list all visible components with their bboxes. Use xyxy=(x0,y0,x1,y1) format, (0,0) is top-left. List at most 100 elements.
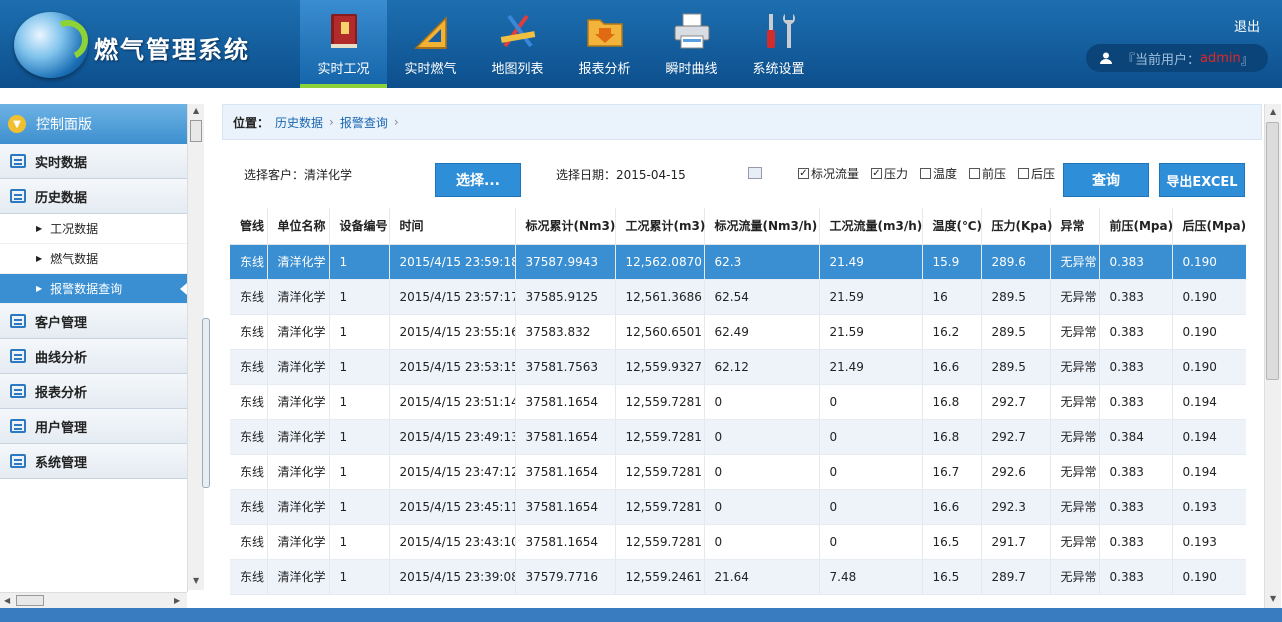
nav-item-report-analysis[interactable]: 报表分析 xyxy=(561,0,648,88)
table-cell: 东线 xyxy=(230,279,268,315)
column-header[interactable]: 时间 xyxy=(389,208,516,245)
checkbox-front-pressure[interactable]: 前压 xyxy=(969,165,1006,182)
scrollbar-thumb[interactable] xyxy=(16,595,44,606)
sidebar-item-system-management[interactable]: 系统管理 xyxy=(0,444,187,479)
table-cell: 2015/4/15 23:53:15 xyxy=(389,349,516,385)
panel-splitter[interactable] xyxy=(202,318,210,488)
nav-item-instant-curve[interactable]: 瞬时曲线 xyxy=(648,0,735,88)
table-cell: 289.6 xyxy=(981,244,1051,280)
table-cell: 37581.1654 xyxy=(515,524,616,560)
scroll-down-arrow-icon[interactable]: ▼ xyxy=(193,576,199,585)
column-header[interactable]: 压力(Kpa) xyxy=(981,208,1052,245)
export-excel-button[interactable]: 导出EXCEL xyxy=(1159,163,1245,197)
scroll-up-arrow-icon[interactable]: ▲ xyxy=(193,106,199,115)
scroll-down-arrow-icon[interactable]: ▼ xyxy=(1270,594,1276,603)
column-header[interactable]: 工况流量(m3/h) xyxy=(819,208,923,245)
table-cell: 62.49 xyxy=(704,314,820,350)
table-cell: 16.6 xyxy=(922,349,982,385)
table-cell: 0.190 xyxy=(1172,559,1246,595)
drafting-tools-icon xyxy=(500,14,535,48)
sidebar-subitem-label: 工况数据 xyxy=(50,222,99,236)
table-cell: 清洋化学 xyxy=(267,279,330,315)
checkbox-back-pressure[interactable]: 后压 xyxy=(1018,165,1055,182)
scroll-left-arrow-icon[interactable]: ◀ xyxy=(4,596,10,605)
select-customer-button[interactable]: 选择... xyxy=(435,163,521,197)
table-row[interactable]: 东线 清洋化学 1 2015/4/15 23:55:16 37583.832 12,560… xyxy=(230,314,1246,350)
column-header[interactable]: 设备编号 xyxy=(329,208,390,245)
table-cell: 0.383 xyxy=(1099,524,1173,560)
checkbox-label: 前压 xyxy=(982,167,1007,181)
table-row[interactable]: 东线 清洋化学 1 2015/4/15 23:47:12 37581.1654 12,55… xyxy=(230,454,1246,490)
sidebar-item-realtime-data[interactable]: 实时数据 xyxy=(0,144,187,179)
calendar-icon[interactable] xyxy=(748,167,762,179)
table-row[interactable]: 东线 清洋化学 1 2015/4/15 23:45:11 37581.1654 12,55… xyxy=(230,489,1246,525)
checkbox-label: 温度 xyxy=(933,167,958,181)
sidebar-item-report-analysis[interactable]: 报表分析 xyxy=(0,374,187,409)
scroll-up-arrow-icon[interactable]: ▲ xyxy=(1270,107,1276,116)
triangle-right-icon: ▶ xyxy=(36,284,43,293)
sidebar-item-history-data[interactable]: 历史数据 xyxy=(0,179,187,214)
nav-item-realtime-condition[interactable]: 实时工况 xyxy=(300,0,387,88)
table-row[interactable]: 东线 清洋化学 1 2015/4/15 23:57:17 37585.9125 12,56… xyxy=(230,279,1246,315)
column-header[interactable]: 前压(Mpa) xyxy=(1099,208,1173,245)
triangle-right-icon: ▶ xyxy=(36,254,43,263)
scrollbar-thumb[interactable] xyxy=(190,120,202,142)
logout-link[interactable]: 退出 xyxy=(1234,16,1260,35)
column-header[interactable]: 异常 xyxy=(1050,208,1100,245)
sidebar-subitem-condition-data[interactable]: ▶ 工况数据 xyxy=(0,214,187,244)
query-button[interactable]: 查询 xyxy=(1063,163,1149,197)
table-cell: 21.49 xyxy=(819,349,923,385)
table-cell: 无异常 xyxy=(1050,244,1100,280)
checkbox-pressure[interactable]: ✓ 压力 xyxy=(871,165,908,182)
table-cell: 1 xyxy=(329,489,390,525)
sidebar-subitem-alarm-query[interactable]: ▶ 报警数据查询 xyxy=(0,274,187,304)
column-header[interactable]: 管线 xyxy=(230,208,268,245)
checkbox-standard-flow[interactable]: ✓ 标况流量 xyxy=(798,165,859,182)
column-header[interactable]: 后压(Mpa) xyxy=(1172,208,1246,245)
column-header[interactable]: 温度(℃) xyxy=(922,208,982,245)
table-row[interactable]: 东线 清洋化学 1 2015/4/15 23:53:15 37581.7563 12,55… xyxy=(230,349,1246,385)
table-row[interactable]: 东线 清洋化学 1 2015/4/15 23:39:08 37579.7716 12,55… xyxy=(230,559,1246,595)
date-field[interactable]: 选择日期：2015-04-15 xyxy=(556,166,686,183)
scroll-right-arrow-icon[interactable]: ▶ xyxy=(174,596,180,605)
table-cell: 292.7 xyxy=(981,384,1051,420)
sidebar-horizontal-scrollbar[interactable]: ◀ ▶ xyxy=(0,592,187,609)
book-icon xyxy=(330,14,357,48)
scrollbar-thumb[interactable] xyxy=(1266,122,1279,380)
nav-item-map-list[interactable]: 地图列表 xyxy=(474,0,561,88)
nav-item-system-settings[interactable]: 系统设置 xyxy=(735,0,822,88)
checkbox-temperature[interactable]: 温度 xyxy=(920,165,957,182)
table-row[interactable]: 东线 清洋化学 1 2015/4/15 23:43:10 37581.1654 12,55… xyxy=(230,524,1246,560)
sidebar-item-customer-management[interactable]: 客户管理 xyxy=(0,304,187,339)
sidebar-subitem-gas-data[interactable]: ▶ 燃气数据 xyxy=(0,244,187,274)
nav-item-realtime-gas[interactable]: 实时燃气 xyxy=(387,0,474,88)
sidebar-item-label: 曲线分析 xyxy=(35,350,88,366)
breadcrumb-link-history[interactable]: 历史数据 xyxy=(275,114,323,131)
breadcrumb-link-alarm[interactable]: 报警查询 xyxy=(340,114,388,131)
table-row[interactable]: 东线 清洋化学 1 2015/4/15 23:51:14 37581.1654 12,55… xyxy=(230,384,1246,420)
table-row-selected[interactable]: 东线 清洋化学 1 2015/4/15 23:59:18 37587.9943 12,56… xyxy=(230,244,1246,280)
table-row[interactable]: 东线 清洋化学 1 2015/4/15 23:49:13 37581.1654 12,55… xyxy=(230,419,1246,455)
table-cell: 清洋化学 xyxy=(267,489,330,525)
sidebar-header[interactable]: ▼ 控制面版 xyxy=(0,104,187,144)
table-cell: 37581.1654 xyxy=(515,419,616,455)
table-cell: 289.5 xyxy=(981,279,1051,315)
table-cell: 2015/4/15 23:51:14 xyxy=(389,384,516,420)
table-cell: 无异常 xyxy=(1050,384,1100,420)
nav-label: 系统设置 xyxy=(752,62,805,77)
table-cell: 12,559.7281 xyxy=(615,454,705,490)
table-cell: 1 xyxy=(329,384,390,420)
column-header[interactable]: 工况累计(m3) xyxy=(615,208,705,245)
column-header[interactable]: 标况累计(Nm3) xyxy=(515,208,616,245)
breadcrumb: 位置： 历史数据 › 报警查询 › xyxy=(222,104,1262,140)
checkbox-label: 标况流量 xyxy=(811,167,860,181)
sidebar-item-curve-analysis[interactable]: 曲线分析 xyxy=(0,339,187,374)
table-cell: 37587.9943 xyxy=(515,244,616,280)
table-cell: 16.2 xyxy=(922,314,982,350)
table-cell: 无异常 xyxy=(1050,559,1100,595)
column-header[interactable]: 单位名称 xyxy=(267,208,330,245)
table-cell: 清洋化学 xyxy=(267,524,330,560)
column-header[interactable]: 标况流量(Nm3/h) xyxy=(704,208,820,245)
sidebar-item-user-management[interactable]: 用户管理 xyxy=(0,409,187,444)
table-cell: 0.194 xyxy=(1172,454,1246,490)
